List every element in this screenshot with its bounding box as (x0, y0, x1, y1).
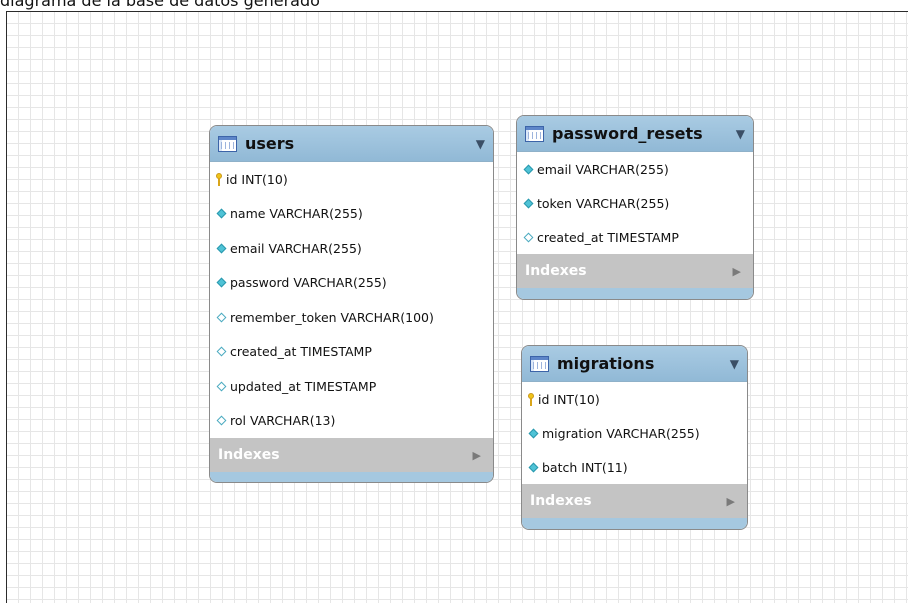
entity-password-resets[interactable]: password_resets ▼ email VARCHAR(255) tok… (516, 115, 754, 300)
column-row[interactable]: batch INT(11) (522, 450, 747, 484)
column-label: remember_token VARCHAR(100) (230, 309, 434, 325)
column-label: migration VARCHAR(255) (542, 425, 700, 441)
not-null-column-icon (216, 243, 227, 254)
nullable-column-icon (216, 346, 227, 357)
not-null-column-icon (216, 277, 227, 288)
entity-title: password_resets (552, 124, 703, 143)
column-label: password VARCHAR(255) (230, 275, 387, 291)
nullable-column-icon (216, 381, 227, 392)
column-row[interactable]: updated_at TIMESTAMP (210, 369, 493, 404)
entity-title: users (245, 134, 295, 153)
entity-migrations[interactable]: migrations ▼ id INT(10) migration VARCHA… (521, 345, 748, 530)
column-row[interactable]: created_at TIMESTAMP (210, 335, 493, 370)
nullable-column-icon (523, 232, 534, 242)
column-row[interactable]: email VARCHAR(255) (517, 152, 753, 186)
entity-header[interactable]: users ▼ (210, 126, 493, 162)
column-label: name VARCHAR(255) (230, 206, 363, 222)
primary-key-icon (216, 172, 222, 186)
column-label: id INT(10) (538, 391, 600, 407)
indexes-section[interactable]: Indexes ▶ (517, 254, 753, 288)
table-icon (530, 355, 549, 372)
not-null-column-icon (216, 208, 227, 219)
column-row[interactable]: created_at TIMESTAMP (517, 220, 753, 254)
entity-title: migrations (557, 354, 655, 373)
primary-key-icon (528, 392, 534, 406)
column-label: rol VARCHAR(13) (230, 413, 336, 429)
not-null-column-icon (523, 198, 534, 208)
column-row[interactable]: password VARCHAR(255) (210, 266, 493, 301)
column-label: updated_at TIMESTAMP (230, 378, 377, 394)
column-row[interactable]: migration VARCHAR(255) (522, 416, 747, 450)
column-label: created_at TIMESTAMP (230, 344, 372, 360)
collapse-triangle-icon[interactable]: ▼ (736, 127, 745, 141)
diagram-caption: diagrama de la base de datos generado (0, 0, 320, 10)
expand-triangle-icon[interactable]: ▶ (727, 495, 735, 508)
table-icon (525, 125, 544, 142)
column-row[interactable]: remember_token VARCHAR(100) (210, 300, 493, 335)
column-label: email VARCHAR(255) (230, 240, 362, 256)
collapse-triangle-icon[interactable]: ▼ (730, 357, 739, 371)
column-row[interactable]: id INT(10) (522, 382, 747, 416)
expand-triangle-icon[interactable]: ▶ (473, 449, 481, 462)
column-row[interactable]: email VARCHAR(255) (210, 231, 493, 266)
column-label: id INT(10) (226, 171, 288, 187)
nullable-column-icon (216, 415, 227, 426)
entity-users[interactable]: users ▼ id INT(10) name VARCHAR(255) ema… (209, 125, 494, 483)
indexes-label: Indexes (218, 447, 280, 463)
entity-header[interactable]: password_resets ▼ (517, 116, 753, 152)
entity-footer (517, 288, 753, 299)
column-label: token VARCHAR(255) (537, 195, 670, 211)
column-label: created_at TIMESTAMP (537, 229, 679, 245)
indexes-section[interactable]: Indexes ▶ (522, 484, 747, 518)
column-row[interactable]: name VARCHAR(255) (210, 197, 493, 232)
indexes-label: Indexes (525, 263, 587, 279)
column-row[interactable]: token VARCHAR(255) (517, 186, 753, 220)
collapse-triangle-icon[interactable]: ▼ (476, 137, 485, 151)
entity-header[interactable]: migrations ▼ (522, 346, 747, 382)
indexes-section[interactable]: Indexes ▶ (210, 438, 493, 472)
indexes-label: Indexes (530, 493, 592, 509)
not-null-column-icon (528, 462, 539, 472)
not-null-column-icon (523, 164, 534, 174)
column-label: email VARCHAR(255) (537, 161, 669, 177)
table-icon (218, 135, 237, 152)
entity-footer (210, 472, 493, 482)
not-null-column-icon (528, 428, 539, 438)
column-label: batch INT(11) (542, 459, 628, 475)
entity-footer (522, 518, 747, 529)
nullable-column-icon (216, 312, 227, 323)
diagram-canvas[interactable]: users ▼ id INT(10) name VARCHAR(255) ema… (6, 11, 908, 603)
column-row[interactable]: rol VARCHAR(13) (210, 404, 493, 439)
expand-triangle-icon[interactable]: ▶ (733, 265, 741, 278)
column-row[interactable]: id INT(10) (210, 162, 493, 197)
